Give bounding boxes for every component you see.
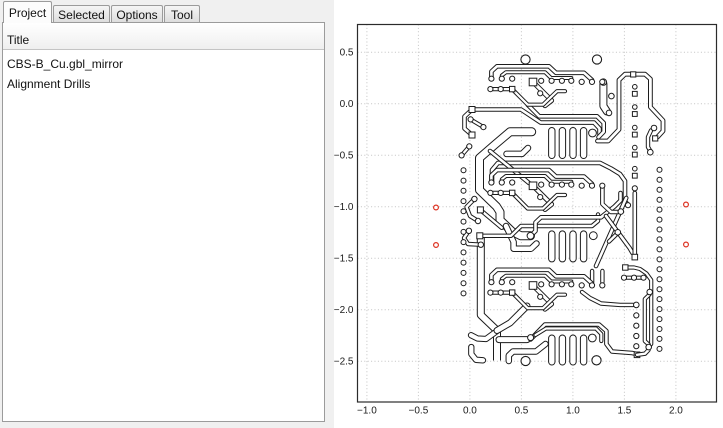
svg-text:1.0: 1.0 [566, 406, 580, 417]
svg-text:0.5: 0.5 [514, 406, 528, 417]
svg-text:−0.5: −0.5 [409, 406, 429, 417]
svg-text:0.0: 0.0 [340, 99, 354, 110]
svg-text:−1.0: −1.0 [357, 406, 377, 417]
svg-text:−2.0: −2.0 [334, 305, 354, 316]
svg-text:−0.5: −0.5 [334, 151, 354, 162]
svg-text:0.5: 0.5 [340, 48, 354, 59]
svg-text:1.5: 1.5 [617, 406, 631, 417]
svg-text:−1.0: −1.0 [334, 202, 354, 213]
svg-text:0.0: 0.0 [463, 406, 477, 417]
svg-text:−1.5: −1.5 [334, 254, 354, 265]
svg-text:2.0: 2.0 [669, 406, 683, 417]
svg-text:−2.5: −2.5 [334, 357, 354, 368]
